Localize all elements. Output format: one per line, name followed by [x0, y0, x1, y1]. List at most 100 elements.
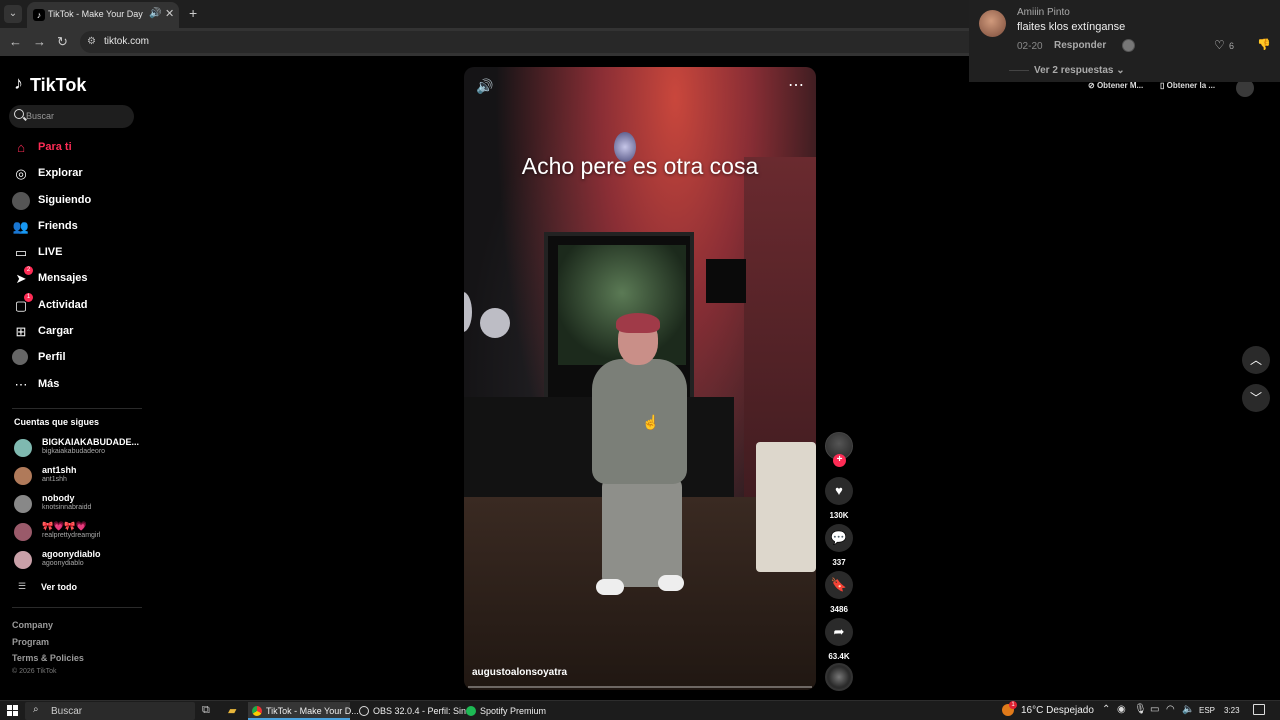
- comment-button[interactable]: 💬 337: [825, 524, 853, 567]
- task-view-icon[interactable]: ⧉: [202, 704, 210, 717]
- taskbar-app-spotify[interactable]: Spotify Premium: [462, 702, 547, 720]
- followed-account[interactable]: BIGKAIAKABUDADE... bigkaiakabudadeoro: [14, 435, 144, 459]
- video-player[interactable]: Acho pere es otra cosa 🔊 ⋯ augustoalonso…: [464, 67, 816, 690]
- avatar: [14, 551, 32, 569]
- reply-button[interactable]: Responder: [1054, 40, 1106, 51]
- avatar[interactable]: [979, 10, 1006, 37]
- notification-center-icon[interactable]: [1253, 704, 1265, 715]
- follow-plus-icon[interactable]: +: [833, 454, 846, 467]
- nav-item-perfil[interactable]: Perfil: [12, 347, 142, 369]
- footer-link-company[interactable]: Company: [12, 620, 53, 630]
- search-placeholder: Buscar: [26, 111, 55, 121]
- chevron-down-icon[interactable]: ⌄: [4, 5, 22, 23]
- more-options-icon[interactable]: ⋯: [788, 75, 805, 95]
- close-tab-icon[interactable]: ✕: [165, 7, 174, 20]
- followed-account[interactable]: 🎀💗🎀💗 realprettydreamgirl: [14, 519, 144, 543]
- taskbar-app-label: OBS 32.0.4 - Perfil: Sin...: [373, 706, 474, 716]
- tab-audio-icon[interactable]: 🔊: [149, 8, 161, 19]
- clock[interactable]: 3:23: [1224, 706, 1240, 715]
- followed-account[interactable]: ant1shh ant1shh: [14, 463, 144, 487]
- arrow-left-icon[interactable]: ←: [9, 34, 22, 50]
- nav-item-para-ti[interactable]: ⌂ Para ti: [12, 137, 142, 159]
- weather-text[interactable]: 16°C Despejado: [1021, 705, 1094, 716]
- nav-item-explorar[interactable]: ◎ Explorar: [12, 163, 142, 185]
- commenter-name[interactable]: Amiiin Pinto: [1017, 7, 1070, 18]
- taskbar-app-label: TikTok - Make Your D...: [266, 706, 359, 716]
- comment-icon[interactable]: 💬: [825, 524, 853, 552]
- account-handle: ant1shh: [42, 476, 67, 483]
- save-count: 3486: [830, 605, 848, 614]
- share-button[interactable]: ➦ 63.4K: [825, 618, 853, 661]
- chevron-up-icon[interactable]: ︿: [1242, 346, 1270, 374]
- nav-label: Más: [38, 378, 60, 390]
- taskbar-search-input[interactable]: ⌕ Buscar: [25, 702, 195, 720]
- reload-icon[interactable]: ↻: [57, 34, 68, 50]
- footer-link-program[interactable]: Program: [12, 637, 49, 647]
- browser-tab[interactable]: ♪ TikTok - Make Your Day 🔊 ✕: [27, 2, 179, 28]
- windows-start-icon[interactable]: [7, 705, 18, 716]
- new-tab-icon[interactable]: +: [189, 5, 197, 21]
- video-progress[interactable]: [468, 686, 812, 688]
- wifi-icon[interactable]: ◠: [1166, 704, 1175, 715]
- music-disc-icon[interactable]: [825, 663, 853, 691]
- get-pc-app-button[interactable]: ▯ Obtener la ...: [1160, 81, 1215, 90]
- plus-square-icon: ⊞: [15, 324, 27, 339]
- following-title: Cuentas que sigues: [14, 417, 100, 427]
- nav-item-mas[interactable]: ⋯ Más: [12, 374, 142, 396]
- nav-label: LIVE: [38, 246, 63, 258]
- thumbs-down-icon[interactable]: 👎: [1257, 38, 1271, 51]
- nav-item-cargar[interactable]: ⊞ Cargar: [12, 321, 142, 343]
- share-count: 63.4K: [828, 652, 850, 661]
- avatar: [14, 439, 32, 457]
- nav-item-siguiendo[interactable]: Siguiendo: [12, 190, 142, 212]
- arrow-right-icon[interactable]: →: [33, 34, 46, 50]
- file-explorer-icon[interactable]: ▰: [228, 704, 236, 717]
- account-handle: bigkaiakabudadeoro: [42, 448, 106, 455]
- view-replies-button[interactable]: Ver 2 respuestas ⌄: [1034, 65, 1125, 76]
- like-button[interactable]: ♥ 130K: [825, 477, 853, 520]
- nav-label: Actividad: [38, 299, 88, 311]
- heart-icon[interactable]: ♥: [825, 477, 853, 505]
- save-button[interactable]: 🔖 3486: [825, 571, 853, 614]
- account-name: ant1shh: [42, 465, 77, 475]
- microphone-icon[interactable]: 🎙: [1134, 704, 1147, 715]
- see-all-label: Ver todo: [41, 582, 78, 592]
- bookmark-icon[interactable]: 🔖: [825, 571, 853, 599]
- language-indicator[interactable]: ESP: [1199, 706, 1215, 715]
- volume-icon[interactable]: 🔊: [476, 78, 493, 95]
- nav-item-actividad[interactable]: ▢ 1 Actividad: [12, 293, 142, 317]
- comment-notification[interactable]: Amiiin Pinto flaites klos extínganse 02-…: [969, 0, 1280, 82]
- see-all-link[interactable]: ☰ Ver todo: [14, 580, 114, 594]
- site-info-icon[interactable]: ⚙: [87, 36, 96, 47]
- account-handle: knotsinnabraidd: [42, 504, 92, 511]
- obs-icon: [359, 706, 369, 716]
- get-app-button[interactable]: ⊘ Obtener M...: [1088, 81, 1143, 90]
- more-icon: ⋯: [14, 377, 28, 392]
- friends-icon: 👥: [12, 219, 30, 234]
- followed-account[interactable]: agoonydiablo agoonydiablo: [14, 547, 144, 571]
- footer-link-terms[interactable]: Terms & Policies: [12, 653, 84, 663]
- video-author[interactable]: augustoalonsoyatra: [472, 667, 567, 678]
- chevron-down-icon[interactable]: ﹀: [1242, 384, 1270, 412]
- heart-icon[interactable]: ♡: [1214, 38, 1225, 52]
- like-count: 130K: [829, 511, 849, 520]
- account-name: nobody: [42, 493, 75, 503]
- nav-item-friends[interactable]: 👥 Friends: [12, 216, 142, 238]
- share-icon[interactable]: ➦: [825, 618, 853, 646]
- nav-item-live[interactable]: ▭ LIVE: [12, 242, 142, 264]
- nav-item-mensajes[interactable]: ➤ 2 Mensajes: [12, 266, 142, 290]
- address-bar[interactable]: ⚙ tiktok.com: [80, 31, 980, 53]
- taskbar-app-obs[interactable]: OBS 32.0.4 - Perfil: Sin...: [355, 702, 474, 720]
- search-input[interactable]: Buscar: [9, 105, 134, 128]
- chevron-up-icon[interactable]: ⌃: [1102, 704, 1110, 715]
- account-handle: realprettydreamgirl: [42, 532, 101, 539]
- tab-title: TikTok - Make Your Day: [48, 9, 143, 19]
- taskbar-app-chrome[interactable]: TikTok - Make Your D...: [248, 702, 359, 720]
- video-caption: Acho pere es otra cosa: [521, 153, 759, 179]
- followed-account[interactable]: nobody knotsinnabraidd: [14, 491, 144, 515]
- discord-icon[interactable]: ◉: [1117, 704, 1126, 715]
- volume-icon[interactable]: 🔈: [1182, 704, 1194, 715]
- network-icon[interactable]: ▭: [1150, 704, 1159, 715]
- chrome-icon: [252, 706, 262, 716]
- avatar: [14, 495, 32, 513]
